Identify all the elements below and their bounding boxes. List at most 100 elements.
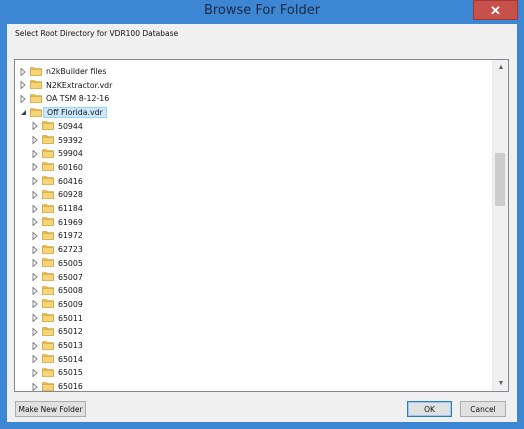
tree-folder-item[interactable]: Off Florida.vdr bbox=[19, 106, 107, 119]
folder-icon bbox=[42, 299, 54, 309]
tree-subfolder-item[interactable]: 62723 bbox=[31, 243, 83, 256]
tree-item-label: N2KExtractor.vdr bbox=[46, 80, 113, 90]
folder-icon bbox=[42, 285, 54, 295]
folder-icon bbox=[42, 121, 54, 131]
folder-icon bbox=[30, 66, 42, 76]
folder-icon-wrap bbox=[42, 298, 58, 310]
ok-label: OK bbox=[424, 404, 435, 414]
scroll-down-icon[interactable]: ▼ bbox=[493, 376, 508, 391]
cancel-button[interactable]: Cancel bbox=[460, 401, 506, 417]
folder-icon-wrap bbox=[42, 203, 58, 215]
folder-icon-wrap bbox=[42, 353, 58, 365]
tree-subfolder-item[interactable]: 61972 bbox=[31, 229, 83, 242]
folder-icon bbox=[42, 231, 54, 240]
folder-icon bbox=[30, 94, 42, 103]
expand-arrow-icon[interactable] bbox=[31, 204, 39, 214]
tree-subfolder-item[interactable]: 65009 bbox=[31, 298, 83, 311]
tree-subfolder-item[interactable]: 61969 bbox=[31, 216, 83, 229]
folder-icon bbox=[42, 217, 54, 226]
title-bar: Browse For Folder ✕ bbox=[0, 0, 524, 24]
folder-icon-wrap bbox=[42, 175, 58, 187]
folder-icon-wrap bbox=[42, 326, 58, 338]
expand-arrow-icon[interactable] bbox=[31, 382, 39, 391]
folder-icon-wrap bbox=[42, 244, 58, 256]
tree-subfolder-item[interactable]: 65015 bbox=[31, 366, 83, 379]
expand-arrow-icon[interactable] bbox=[19, 80, 27, 90]
folder-icon bbox=[42, 244, 54, 254]
folder-icon-wrap bbox=[42, 285, 58, 297]
folder-icon bbox=[42, 340, 54, 350]
expand-arrow-icon[interactable] bbox=[31, 368, 39, 378]
expand-arrow-icon[interactable] bbox=[31, 245, 39, 255]
tree-folder-item[interactable]: n2kBuilder files bbox=[19, 65, 106, 78]
expand-arrow-icon[interactable] bbox=[19, 67, 27, 77]
tree-item-label: 65008 bbox=[58, 286, 83, 296]
expand-arrow-icon[interactable] bbox=[31, 327, 39, 337]
expand-arrow-icon[interactable] bbox=[31, 286, 39, 296]
tree-subfolder-item[interactable]: 65013 bbox=[31, 339, 83, 352]
tree-item-label: 61972 bbox=[58, 231, 83, 241]
tree-item-label: 60160 bbox=[58, 162, 83, 172]
scroll-up-icon[interactable]: ▲ bbox=[493, 60, 508, 75]
tree-subfolder-item[interactable]: 65005 bbox=[31, 257, 83, 270]
folder-icon-wrap bbox=[42, 271, 58, 283]
tree-subfolder-item[interactable]: 65012 bbox=[31, 325, 83, 338]
folder-icon-wrap bbox=[42, 189, 58, 201]
tree-subfolder-item[interactable]: 60416 bbox=[31, 175, 83, 188]
close-icon: ✕ bbox=[490, 2, 501, 18]
tree-subfolder-item[interactable]: 50944 bbox=[31, 120, 83, 133]
cancel-label: Cancel bbox=[470, 404, 496, 414]
folder-icon bbox=[42, 258, 54, 268]
expand-arrow-icon[interactable] bbox=[31, 354, 39, 364]
collapse-arrow-icon[interactable] bbox=[19, 108, 27, 118]
expand-arrow-icon[interactable] bbox=[31, 341, 39, 351]
expand-arrow-icon[interactable] bbox=[19, 94, 27, 104]
tree-subfolder-item[interactable]: 59904 bbox=[31, 147, 83, 160]
folder-icon-wrap bbox=[42, 134, 58, 146]
tree-subfolder-item[interactable]: 65016 bbox=[31, 380, 83, 392]
folder-icon-wrap bbox=[42, 367, 58, 379]
expand-arrow-icon[interactable] bbox=[31, 258, 39, 268]
expand-arrow-icon[interactable] bbox=[31, 299, 39, 309]
scroll-thumb[interactable] bbox=[495, 153, 505, 206]
tree-subfolder-item[interactable]: 59392 bbox=[31, 134, 83, 147]
make-new-folder-button[interactable]: Make New Folder bbox=[15, 401, 86, 417]
ok-button[interactable]: OK bbox=[407, 401, 452, 417]
tree-item-label: 65013 bbox=[58, 341, 83, 350]
tree-subfolder-item[interactable]: 65007 bbox=[31, 271, 83, 284]
expand-arrow-icon[interactable] bbox=[31, 231, 39, 241]
folder-tree[interactable]: n2kBuilder files N2KExtractor.vdr OA TSM 8… bbox=[14, 59, 509, 392]
folder-icon-wrap bbox=[42, 120, 58, 132]
folder-icon bbox=[42, 135, 54, 144]
expand-arrow-icon[interactable] bbox=[31, 162, 39, 172]
tree-item-label: 59904 bbox=[58, 149, 83, 159]
tree-subfolder-item[interactable]: 60928 bbox=[31, 188, 83, 201]
tree-item-label: 50944 bbox=[58, 121, 83, 131]
expand-arrow-icon[interactable] bbox=[31, 121, 39, 131]
tree-item-label: 60928 bbox=[58, 190, 83, 200]
expand-arrow-icon[interactable] bbox=[31, 272, 39, 282]
tree-subfolder-item[interactable]: 65014 bbox=[31, 353, 83, 366]
tree-folder-item[interactable]: OA TSM 8-12-16 bbox=[19, 92, 109, 105]
expand-arrow-icon[interactable] bbox=[31, 135, 39, 145]
tree-item-label: 65016 bbox=[58, 382, 83, 392]
tree-item-label: 65009 bbox=[58, 299, 83, 309]
make-new-folder-label: Make New Folder bbox=[18, 404, 83, 414]
tree-subfolder-item[interactable]: 61184 bbox=[31, 202, 83, 215]
folder-icon bbox=[42, 148, 54, 158]
tree-item-label: OA TSM 8-12-16 bbox=[46, 94, 110, 104]
expand-arrow-icon[interactable] bbox=[31, 190, 39, 200]
dialog-client: Select Root Directory for VDR100 Databas… bbox=[7, 24, 517, 422]
tree-subfolder-item[interactable]: 65011 bbox=[31, 312, 83, 325]
expand-arrow-icon[interactable] bbox=[31, 176, 39, 186]
expand-arrow-icon[interactable] bbox=[31, 217, 39, 227]
tree-item-label: 65007 bbox=[58, 272, 83, 282]
tree-subfolder-item[interactable]: 60160 bbox=[31, 161, 83, 174]
tree-folder-item[interactable]: N2KExtractor.vdr bbox=[19, 79, 112, 92]
tree-item-label: 65015 bbox=[58, 368, 83, 378]
vertical-scrollbar[interactable]: ▲ ▼ bbox=[492, 60, 508, 391]
expand-arrow-icon[interactable] bbox=[31, 313, 39, 323]
close-button[interactable]: ✕ bbox=[473, 0, 518, 20]
tree-subfolder-item[interactable]: 65008 bbox=[31, 284, 83, 297]
expand-arrow-icon[interactable] bbox=[31, 149, 39, 159]
